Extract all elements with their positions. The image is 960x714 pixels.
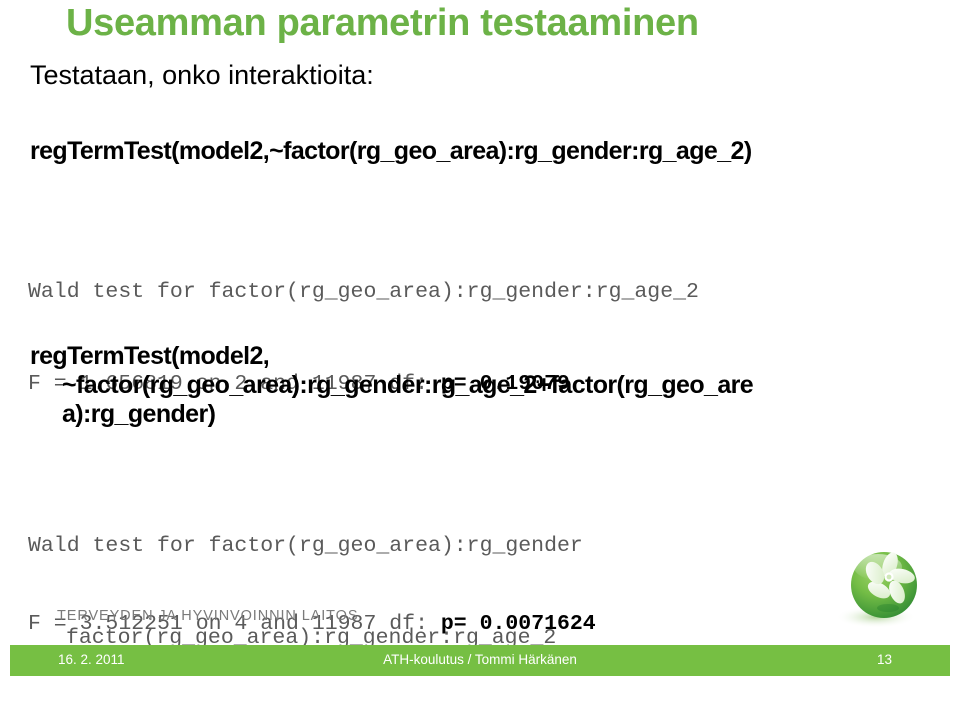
footer-page-number: 13 [876, 652, 892, 667]
thl-sphere-flower-logo-icon [828, 545, 940, 637]
code-formula-second: regTermTest(model2, ~factor(rg_geo_area)… [30, 342, 940, 429]
code-formula-first: regTermTest(model2,~factor(rg_geo_area):… [30, 137, 752, 165]
p-value: p= 0.0071624 [440, 612, 596, 637]
code-formula-second-line-1: regTermTest(model2, [30, 342, 270, 370]
code-formula-second-line-2: ~factor(rg_geo_area):rg_gender:rg_age_2+… [62, 371, 754, 399]
page-title: Useamman parametrin testaaminen [66, 2, 699, 44]
code-formula-second-line-3: a):rg_gender) [62, 400, 216, 428]
footer-bar: 16. 2. 2011 ATH-koulutus / Tommi Härkäne… [10, 645, 950, 676]
wald-test-line: Wald test for factor(rg_geo_area):rg_gen… [28, 280, 699, 305]
slide-canvas: Useamman parametrin testaaminen Testataa… [0, 0, 960, 676]
organization-name: TERVEYDEN JA HYVINVOINNIN LAITOS [57, 608, 359, 624]
footer-course-title: ATH-koulutus / Tommi Härkänen [383, 652, 577, 667]
slide-subtitle: Testataan, onko interaktioita: [30, 60, 374, 90]
r-output-statistic-second: F = 3.512251 on 4 and 11987 df: p= 0.007… [28, 548, 596, 701]
